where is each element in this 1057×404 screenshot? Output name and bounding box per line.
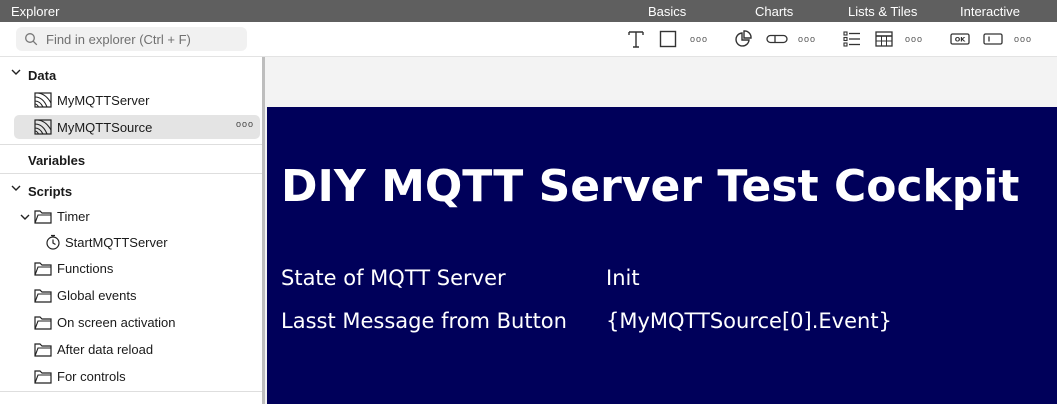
more-charts-icon[interactable]: ooo: [796, 27, 818, 51]
ok-button-icon[interactable]: OK: [949, 27, 971, 51]
more-options-icon[interactable]: ooo: [236, 119, 254, 129]
script-folder-functions[interactable]: Functions: [34, 256, 258, 280]
search-input[interactable]: [46, 30, 241, 48]
stopwatch-icon: [46, 234, 60, 250]
data-source-icon: [34, 119, 52, 135]
explorer-panel: Data MyMQTTServer MyMQTTSource ooo Varia…: [0, 57, 262, 404]
folder-icon: [34, 370, 52, 384]
more-basics-icon[interactable]: ooo: [688, 27, 710, 51]
script-folder-label: For controls: [57, 369, 126, 384]
title-bar: Explorer Basics Charts Lists & Tiles Int…: [0, 0, 1057, 22]
pie-chart-icon[interactable]: [733, 27, 753, 51]
section-variables-label: Variables: [28, 153, 86, 168]
script-folder-for-controls[interactable]: For controls: [34, 364, 258, 388]
app-screen[interactable]: DIY MQTT Server Test Cockpit State of MQ…: [267, 107, 1057, 404]
divider: [0, 391, 262, 392]
search-box[interactable]: [16, 27, 247, 51]
data-source-icon: [34, 92, 52, 108]
script-folder-after-data-reload[interactable]: After data reload: [34, 337, 258, 361]
script-folder-label: Timer: [57, 209, 90, 224]
script-folder-label: On screen activation: [57, 315, 176, 330]
toolbar: ooo ooo ooo OK ooo: [0, 22, 1057, 57]
script-folder-label: Functions: [57, 261, 114, 276]
section-scripts-label: Scripts: [28, 184, 73, 199]
category-charts[interactable]: Charts: [755, 4, 793, 19]
folder-icon: [34, 289, 52, 303]
list-icon[interactable]: [842, 27, 862, 51]
data-item-mymqttserver[interactable]: MyMQTTServer: [34, 88, 258, 112]
data-item-label: MyMQTTServer: [57, 93, 150, 108]
section-variables[interactable]: Variables: [0, 144, 262, 174]
rectangle-icon[interactable]: [658, 27, 678, 51]
more-lists-icon[interactable]: ooo: [903, 27, 925, 51]
mqtt-state-label[interactable]: State of MQTT Server: [281, 266, 506, 290]
mqtt-state-value[interactable]: Init: [606, 266, 640, 290]
script-folder-timer[interactable]: Timer: [18, 204, 258, 228]
text-input-icon[interactable]: [982, 27, 1004, 51]
section-data[interactable]: Data: [0, 59, 262, 89]
category-lists-tiles[interactable]: Lists & Tiles: [848, 4, 917, 19]
data-item-label: MyMQTTSource: [57, 120, 153, 135]
more-interactive-icon[interactable]: ooo: [1012, 27, 1034, 51]
bar-icon[interactable]: [766, 27, 788, 51]
folder-icon: [34, 210, 52, 224]
script-folder-label: Global events: [57, 288, 137, 303]
last-message-value[interactable]: {MyMQTTSource[0].Event}: [606, 309, 892, 333]
script-item-label: StartMQTTServer: [65, 235, 168, 250]
script-folder-label: After data reload: [57, 342, 154, 357]
script-folder-on-screen-activation[interactable]: On screen activation: [34, 310, 258, 334]
chevron-down-icon[interactable]: [11, 67, 21, 77]
category-basics[interactable]: Basics: [648, 4, 686, 19]
chevron-down-icon[interactable]: [11, 183, 21, 193]
folder-icon: [34, 262, 52, 276]
last-message-label[interactable]: Lasst Message from Button: [281, 309, 567, 333]
script-item-startmqttserver[interactable]: StartMQTTServer: [44, 230, 258, 254]
data-item-mymqttsource[interactable]: MyMQTTSource ooo: [14, 115, 260, 139]
table-icon[interactable]: [874, 27, 894, 51]
text-icon[interactable]: [626, 27, 646, 51]
folder-icon: [34, 343, 52, 357]
divider: [0, 173, 262, 174]
category-interactive[interactable]: Interactive: [960, 4, 1020, 19]
svg-text:OK: OK: [955, 36, 967, 44]
section-data-label: Data: [28, 68, 57, 83]
script-folder-global-events[interactable]: Global events: [34, 283, 258, 307]
search-icon: [25, 33, 38, 46]
folder-icon: [34, 316, 52, 330]
screen-title[interactable]: DIY MQTT Server Test Cockpit: [281, 161, 1019, 212]
section-scripts[interactable]: Scripts: [0, 175, 262, 205]
chevron-down-icon[interactable]: [20, 212, 30, 222]
explorer-title: Explorer: [11, 4, 60, 19]
